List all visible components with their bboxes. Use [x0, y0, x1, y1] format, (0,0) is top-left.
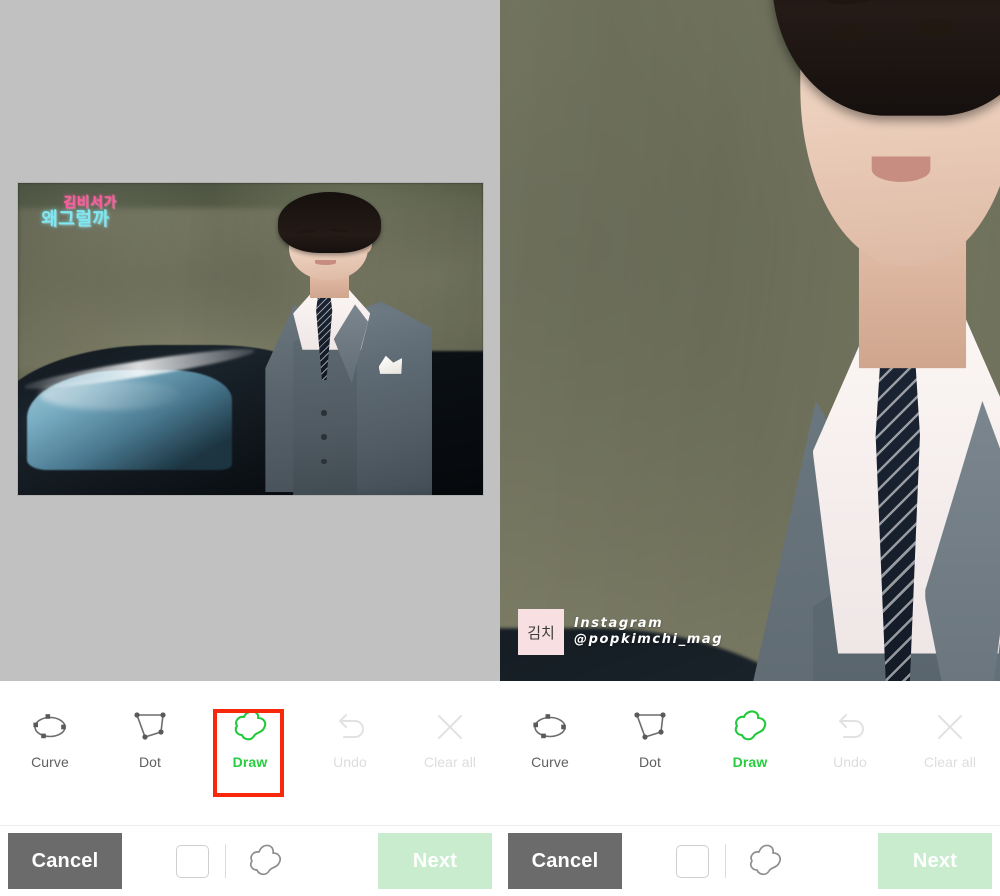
tool-curve[interactable]: Curve	[0, 681, 100, 770]
watermark-text: Instagram @popkimchi_mag	[574, 616, 723, 649]
tool-undo-label: Undo	[333, 754, 367, 770]
dot-icon	[134, 712, 166, 740]
editor-canvas-left[interactable]: 김비서가 왜그럴까	[0, 0, 500, 681]
photo-scene	[18, 183, 483, 495]
tool-clear-all[interactable]: Clear all	[400, 681, 500, 770]
panel-left-annotated: 김비서가 왜그럴까 Curve Dot Draw Undo Clear all …	[0, 0, 500, 896]
watermark: 김치 Instagram @popkimchi_mag	[518, 609, 723, 655]
photo-zoomed[interactable]	[500, 0, 1000, 681]
draw-blob-icon	[234, 710, 267, 741]
tool-dot[interactable]: Dot	[600, 681, 700, 770]
curve-icon	[533, 714, 566, 739]
panel-right-plain: 김치 Instagram @popkimchi_mag Curve Dot Dr…	[500, 0, 1000, 896]
draw-blob-icon	[734, 710, 767, 741]
cancel-button[interactable]: Cancel	[8, 833, 122, 889]
tool-draw[interactable]: Draw	[700, 681, 800, 770]
undo-arrow-icon	[339, 714, 364, 738]
dot-icon	[634, 712, 666, 740]
drama-title-line2: 왜그럴까	[41, 209, 110, 230]
shape-group-divider	[725, 844, 726, 878]
tool-undo-label: Undo	[833, 754, 867, 770]
man-eye-left	[299, 236, 313, 240]
undo-arrow-icon	[839, 714, 864, 738]
bottom-bar-right: Cancel Next	[500, 826, 1000, 896]
tool-bar-left: Curve Dot Draw Undo Clear all	[0, 681, 500, 825]
close-x-icon	[938, 715, 962, 739]
blob-shape-icon[interactable]	[742, 842, 788, 880]
watermark-line2: @popkimchi_mag	[574, 632, 724, 647]
blob-shape-icon[interactable]	[242, 842, 288, 880]
man-vest-button	[320, 458, 327, 465]
curve-icon	[33, 714, 66, 739]
tool-undo[interactable]: Undo	[800, 681, 900, 770]
man-vest-button	[320, 410, 327, 416]
drama-title-overlay: 김비서가 왜그럴까	[41, 195, 329, 228]
drama-title-line1: 김비서가	[63, 194, 117, 211]
man-mouth	[314, 260, 336, 265]
editor-canvas-right[interactable]: 김치 Instagram @popkimchi_mag	[500, 0, 1000, 681]
next-button[interactable]: Next	[378, 833, 492, 889]
man-mouth	[871, 156, 931, 182]
photo-thumbnail[interactable]: 김비서가 왜그럴까	[18, 183, 483, 495]
next-button[interactable]: Next	[878, 833, 992, 889]
tool-clear-all-label: Clear all	[923, 754, 977, 770]
tool-bar-right: Curve Dot Draw Undo Clear all	[500, 681, 1000, 825]
tool-clear-all[interactable]: Clear all	[900, 681, 1000, 770]
tool-clear-all-label: Clear all	[423, 754, 477, 770]
watermark-line1: Instagram	[574, 615, 664, 631]
man-eye-right	[331, 235, 345, 239]
photo-man-figure	[619, 0, 1000, 681]
photo-scene	[500, 0, 1000, 681]
cancel-button[interactable]: Cancel	[508, 833, 622, 889]
watermark-badge: 김치	[518, 609, 564, 655]
man-eye-left	[830, 23, 866, 43]
tool-draw-label: Draw	[232, 754, 268, 770]
rounded-square-icon[interactable]	[176, 844, 209, 878]
tool-draw[interactable]: Draw	[200, 681, 300, 770]
screen-root: 김비서가 왜그럴까 Curve Dot Draw Undo Clear all …	[0, 0, 1000, 896]
tool-dot-label: Dot	[638, 754, 662, 770]
tool-curve-label: Curve	[31, 754, 69, 770]
close-x-icon	[438, 715, 462, 739]
shape-mode-group	[176, 842, 288, 880]
bottom-bar-left: Cancel Next	[0, 826, 500, 896]
rounded-square-icon[interactable]	[676, 844, 709, 878]
tool-dot-label: Dot	[138, 754, 162, 770]
man-vest-button	[320, 434, 327, 440]
shape-group-divider	[225, 844, 226, 878]
tool-curve-label: Curve	[531, 754, 569, 770]
photo-man-figure	[223, 192, 437, 495]
tool-undo[interactable]: Undo	[300, 681, 400, 770]
tool-curve[interactable]: Curve	[500, 681, 600, 770]
tool-draw-label: Draw	[732, 754, 768, 770]
tool-dot[interactable]: Dot	[100, 681, 200, 770]
shape-mode-group	[676, 842, 788, 880]
